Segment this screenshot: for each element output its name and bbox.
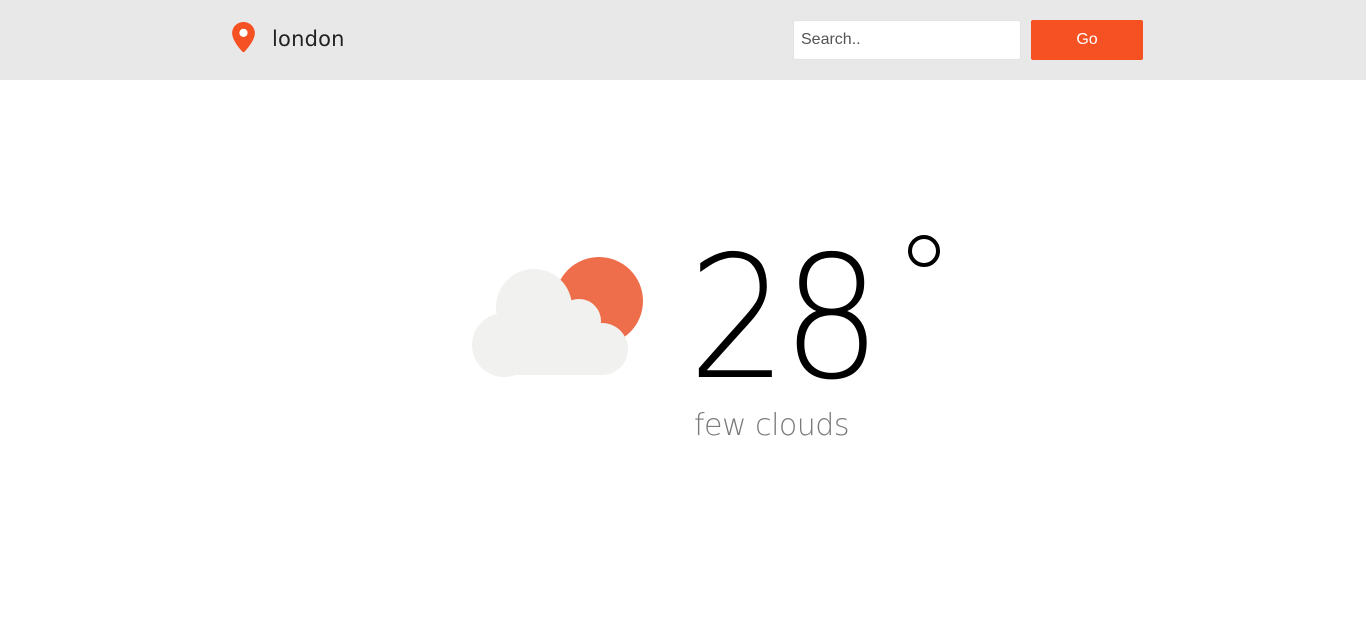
degree-circle-icon bbox=[908, 235, 940, 267]
location: london bbox=[231, 22, 345, 53]
temperature-value: 28 bbox=[688, 220, 882, 418]
weather-condition: few clouds bbox=[694, 408, 849, 443]
search-input[interactable] bbox=[793, 20, 1021, 60]
top-bar: london Go bbox=[0, 0, 1366, 80]
partly-cloudy-icon bbox=[472, 257, 643, 377]
go-button[interactable]: Go bbox=[1031, 20, 1143, 60]
city-name: london bbox=[272, 26, 345, 51]
map-pin-icon bbox=[232, 22, 255, 53]
